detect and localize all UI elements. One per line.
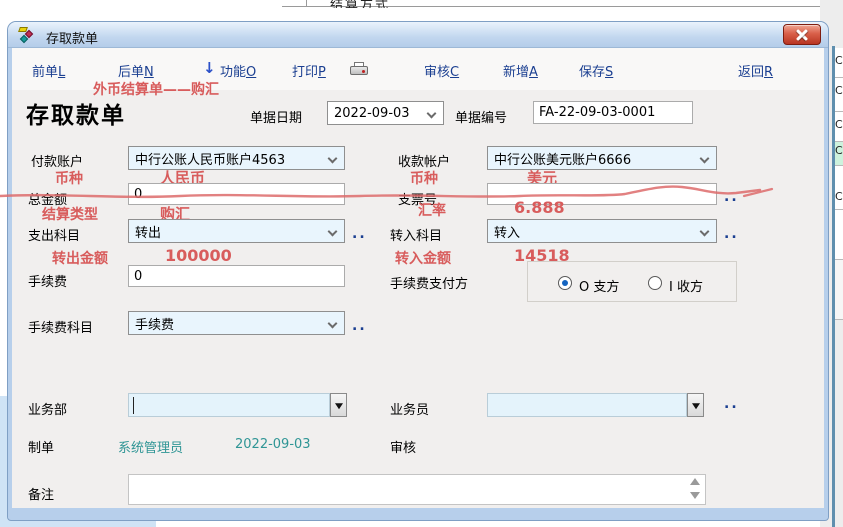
background-grid-row: C — [835, 166, 843, 210]
text-cursor — [133, 397, 134, 414]
creator-label: 制单 — [28, 437, 54, 456]
clerk-input[interactable] — [487, 393, 687, 417]
screen: 结算方式 C C C C C 存取款单 前单L 后单N ↓ 功能O 打印P 审核… — [0, 0, 843, 527]
chevron-down-icon — [328, 319, 338, 329]
title-bar — [8, 22, 828, 48]
toolbar-audit-button[interactable]: 审核C — [424, 61, 459, 80]
clerk-dropdown-button[interactable] — [687, 393, 704, 417]
window-icon — [18, 26, 38, 44]
fee-input[interactable] — [128, 265, 345, 287]
background-grid-row — [835, 260, 843, 320]
background-grid-row: C — [835, 142, 843, 166]
doc-date-select[interactable]: 2022-09-03 — [327, 101, 444, 125]
toolbar-save-button[interactable]: 保存S — [579, 61, 613, 80]
chevron-down-icon — [700, 154, 710, 164]
toolbar-return-button[interactable]: 返回R — [738, 61, 773, 80]
clerk-label: 业务员 — [390, 399, 429, 418]
out-subject-label: 支出科目 — [28, 225, 80, 244]
out-subject-more-button[interactable]: .. — [352, 226, 367, 242]
toolbar-print-button[interactable]: 打印P — [292, 61, 326, 80]
annotation-settle-type-label: 结算类型 — [42, 204, 98, 224]
window-title: 存取款单 — [46, 28, 98, 47]
toolbar-prev-button[interactable]: 前单L — [32, 61, 65, 80]
cheque-more-button[interactable]: .. — [724, 189, 739, 205]
annotation-currency-label-left: 币种 — [55, 168, 83, 188]
chevron-down-icon — [328, 154, 338, 164]
remark-label: 备注 — [28, 484, 54, 503]
chevron-down-icon — [328, 227, 338, 237]
fee-subject-more-button[interactable]: .. — [352, 318, 367, 334]
form-title: 存取款单 — [26, 96, 126, 130]
dropdown-arrow-icon — [335, 403, 343, 409]
toolbar-next-button[interactable]: 后单N — [118, 61, 154, 80]
close-button[interactable] — [783, 24, 821, 45]
annotation-in-amount-label: 转入金额 — [395, 248, 451, 268]
toolbar-function-button[interactable]: 功能O — [220, 61, 256, 80]
fee-payer-radio-receiver[interactable] — [648, 276, 662, 290]
annotation-rate-value: 6.888 — [514, 198, 565, 217]
fee-payer-label: 手续费支付方 — [390, 273, 468, 292]
fee-payer-radio-payer-label[interactable]: O 支方 — [579, 276, 619, 295]
in-subject-more-button[interactable]: .. — [724, 226, 739, 242]
dept-label: 业务部 — [28, 399, 67, 418]
fee-payer-radio-payer[interactable] — [558, 276, 572, 290]
down-arrow-icon: ↓ — [203, 59, 216, 77]
scroll-down-icon[interactable] — [690, 492, 700, 499]
background-grid-row — [835, 210, 843, 260]
annotation-rate-label: 汇率 — [418, 200, 446, 220]
background-column-line — [306, 0, 307, 6]
create-date-value: 2022-09-03 — [235, 437, 311, 452]
annotation-currency-label-right: 币种 — [410, 168, 438, 188]
fee-label: 手续费 — [28, 271, 67, 290]
total-amount-input[interactable] — [128, 183, 345, 205]
creator-value: 系统管理员 — [118, 437, 183, 456]
annotation-out-amount-label: 转出金额 — [52, 248, 108, 268]
audit-label: 审核 — [390, 437, 416, 456]
remark-textarea[interactable] — [128, 474, 706, 505]
dropdown-arrow-icon — [692, 403, 700, 409]
chevron-down-icon — [427, 109, 437, 119]
scroll-up-icon[interactable] — [690, 478, 700, 485]
background-column-header: 结算方式 — [330, 0, 450, 8]
fee-payer-radio-receiver-label[interactable]: I 收方 — [669, 276, 703, 295]
in-subject-select[interactable]: 转入 — [487, 219, 717, 243]
printer-icon[interactable] — [350, 62, 368, 76]
doc-no-input[interactable] — [533, 101, 693, 124]
in-subject-label: 转入科目 — [390, 225, 442, 244]
chevron-down-icon — [700, 227, 710, 237]
background-panel — [0, 396, 8, 527]
toolbar-new-button[interactable]: 新增A — [503, 61, 538, 80]
fee-subject-select[interactable]: 手续费 — [128, 311, 345, 335]
background-grid-row: C — [835, 112, 843, 142]
background-grid-row: C — [835, 78, 843, 112]
fee-subject-label: 手续费科目 — [28, 317, 93, 336]
background-grid-row: C — [835, 48, 843, 78]
doc-date-label: 单据日期 — [250, 107, 302, 126]
doc-no-label: 单据编号 — [455, 107, 507, 126]
dept-dropdown-button[interactable] — [330, 393, 347, 417]
annotation-out-amount: 100000 — [165, 246, 232, 265]
clerk-more-button[interactable]: .. — [724, 396, 739, 412]
out-subject-select[interactable]: 转出 — [128, 219, 345, 243]
recv-account-select[interactable]: 中行公账美元账户6666 — [487, 146, 717, 170]
dept-input[interactable] — [128, 393, 330, 417]
